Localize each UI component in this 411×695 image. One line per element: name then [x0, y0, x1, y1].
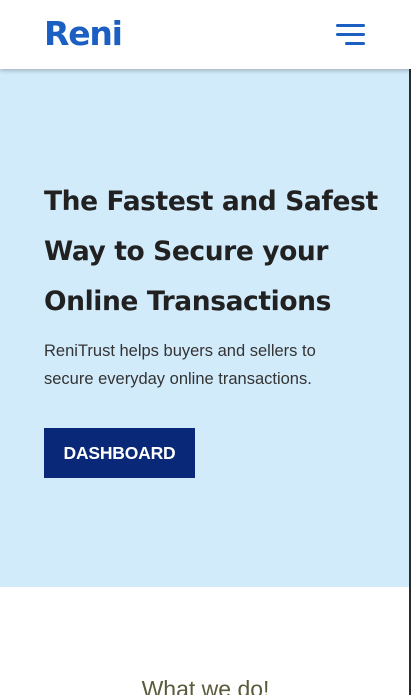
dashboard-button[interactable]: DASHBOARD [44, 428, 195, 478]
site-header: Reni [0, 0, 411, 69]
hero-section: The Fastest and Safest Way to Secure you… [0, 69, 411, 587]
section-heading: What we do! [141, 676, 270, 695]
menu-bar-bottom [345, 41, 365, 45]
hero-subtitle: ReniTrust helps buyers and sellers to se… [44, 342, 316, 388]
what-we-do-section: What we do! [0, 587, 411, 695]
hero-title: The Fastest and Safest Way to Secure you… [44, 186, 378, 317]
menu-bar-top [336, 23, 365, 27]
page: Reni The Fastest and Safest Way to Secur… [0, 0, 411, 695]
hamburger-menu-icon[interactable] [336, 23, 365, 46]
menu-bar-middle [336, 32, 365, 36]
brand-logo[interactable]: Reni [44, 17, 123, 50]
